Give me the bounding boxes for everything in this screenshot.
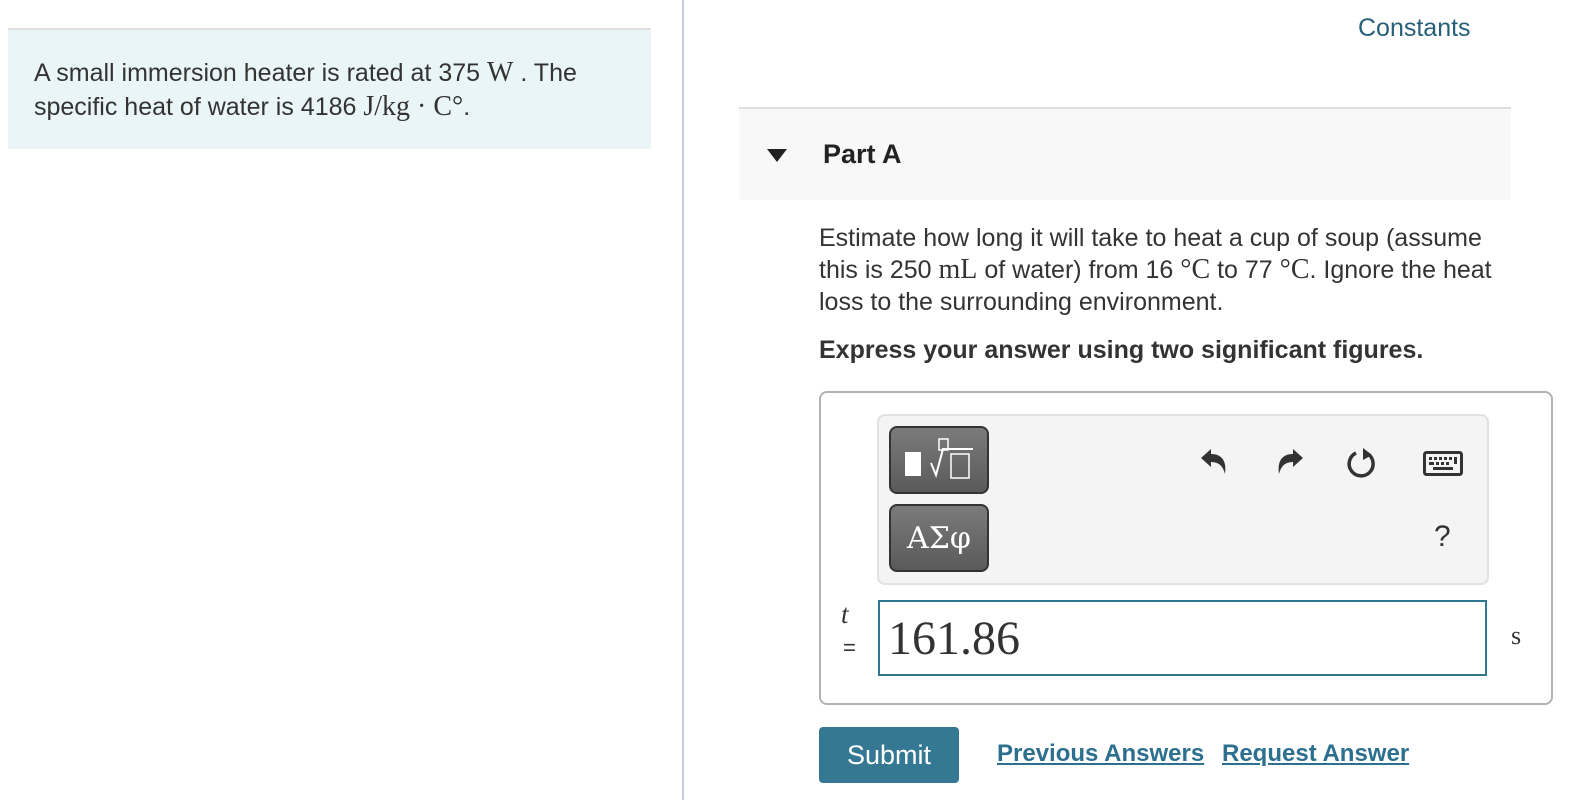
reset-button[interactable] [1343,444,1383,484]
panel-divider [682,0,684,800]
temp-unit: °C [1180,254,1211,285]
heat-unit: J/kg · C° [363,91,464,122]
problem-text: . [463,93,471,121]
equals-sign: = [843,635,856,660]
request-answer-link[interactable]: Request Answer [1222,740,1409,768]
redo-button[interactable] [1269,442,1309,482]
problem-statement-panel: A small immersion heater is rated at 375… [8,28,651,149]
power-unit: W [486,57,514,88]
instruction: Express your answer using two significan… [819,336,1424,364]
math-toolbar: ΑΣφ ? [877,414,1489,585]
previous-answers-link[interactable]: Previous Answers [997,740,1204,768]
problem-text: A small immersion heater is rated at 375 [34,59,487,87]
part-a-header[interactable]: Part A [739,107,1511,200]
caret-down-icon[interactable] [767,149,787,162]
volume-unit: mL [938,254,978,285]
help-button[interactable]: ? [1434,520,1451,554]
keyboard-icon [1423,451,1463,476]
templates-icon [905,438,973,479]
temp-unit: °C [1279,254,1310,285]
answer-input[interactable] [878,600,1487,676]
undo-button[interactable] [1195,442,1235,482]
reset-icon [1347,448,1375,478]
problem-statement: A small immersion heater is rated at 375… [34,56,634,124]
greek-letters-button[interactable]: ΑΣφ [889,504,989,572]
variable-label: t [841,599,849,629]
keyboard-button[interactable] [1421,444,1465,484]
undo-icon [1201,449,1226,474]
part-title: Part A [823,139,902,169]
answer-box: ΑΣφ ? t = 161.86 s [819,391,1553,705]
question-fragment: to 77 [1210,256,1280,284]
redo-icon [1278,449,1303,474]
question-text: Estimate how long it will take to heat a… [819,222,1519,318]
question-fragment: of water) from 16 [977,256,1181,284]
answer-unit: s [1511,621,1522,650]
constants-link[interactable]: Constants [1358,14,1471,43]
templates-button[interactable] [889,426,989,494]
submit-button[interactable]: Submit [819,727,959,783]
